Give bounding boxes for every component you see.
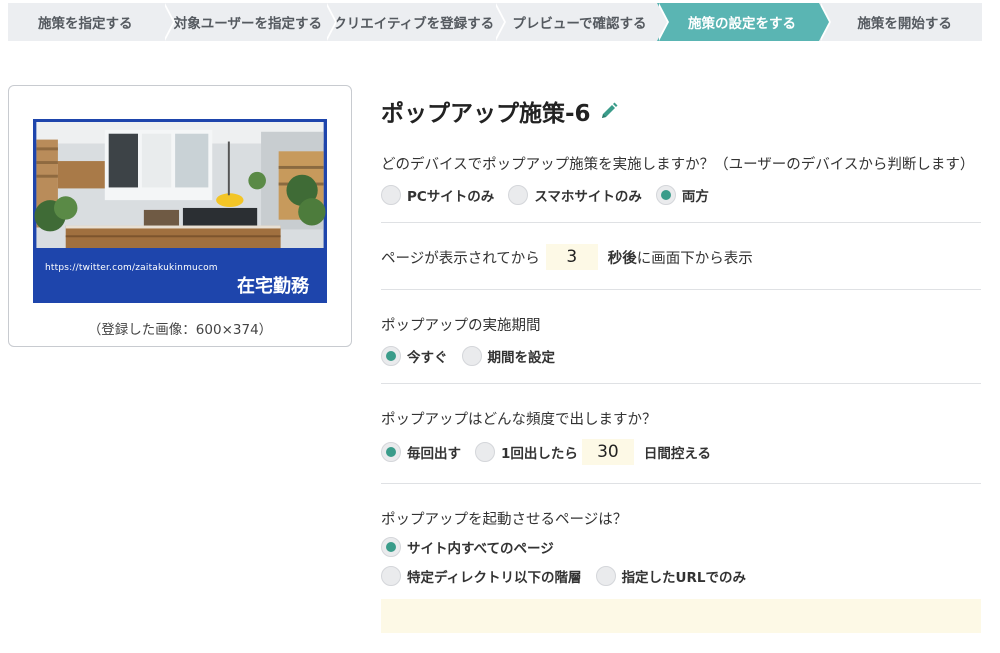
trigger-options-row-1: サイト内すべてのページ <box>381 535 981 559</box>
divider <box>381 222 981 223</box>
delay-prefix: ページが表示されてから <box>381 250 540 267</box>
step-target-users[interactable]: 対象ユーザーを指定する <box>162 3 337 41</box>
radio-specific-url-indicator[interactable] <box>595 566 616 586</box>
radio-pc-only[interactable]: PCサイトのみ <box>381 185 494 205</box>
radio-smartphone-only-indicator[interactable] <box>508 185 529 205</box>
period-question: ポップアップの実施期間 <box>381 318 541 334</box>
image-size-caption: （登録した画像：600×374） <box>87 322 273 338</box>
step-progress-bar: 施策を指定する 対象ユーザーを指定する クリエイティブを登録する プレビューで確… <box>8 3 982 41</box>
display-delay-row: ページが表示されてから 3 秒後 に画面下から表示 <box>381 244 981 270</box>
radio-specific-directory-indicator[interactable] <box>381 566 401 586</box>
skip-days-suffix: 日間控える <box>643 446 712 462</box>
radio-both-devices[interactable]: 両方 <box>655 185 709 205</box>
frequency-question: ポップアップはどんな頻度で出しますか？ <box>381 412 657 428</box>
radio-show-every-time-indicator[interactable] <box>381 442 401 462</box>
delay-unit: 秒後 <box>607 250 637 267</box>
radio-show-once[interactable]: 1回出したら <box>475 442 578 462</box>
radio-show-once-indicator[interactable] <box>475 442 495 462</box>
creative-url-text: https://twitter.com/zaitakukinmucom <box>45 263 218 273</box>
divider <box>381 383 981 384</box>
skip-days-input[interactable]: 30 <box>581 439 634 465</box>
step-preview[interactable]: プレビューで確認する <box>494 3 669 41</box>
step-start-campaign[interactable]: 施策を開始する <box>819 3 982 41</box>
radio-pc-only-indicator[interactable] <box>381 185 401 205</box>
device-options: PCサイトのみ スマホサイトのみ 両方 <box>381 183 981 207</box>
period-options: 今すぐ 期間を設定 <box>381 344 981 368</box>
campaign-title-row: ポップアップ施策-6 <box>381 94 619 128</box>
creative-preview-card: https://twitter.com/zaitakukinmucom 在宅勤務… <box>8 85 352 347</box>
radio-set-period-indicator[interactable] <box>461 346 482 366</box>
creative-headline: 在宅勤務 <box>237 276 309 297</box>
radio-specific-url[interactable]: 指定したURLでのみ <box>595 566 746 586</box>
device-section: どのデバイスでポップアップ施策を実施しますか？（ユーザーのデバイスから判断します… <box>381 153 981 207</box>
cafe-photo <box>33 119 327 248</box>
target-url-textarea[interactable] <box>381 599 981 633</box>
delay-suffix: に画面下から表示 <box>636 250 753 267</box>
radio-specific-directory[interactable]: 特定ディレクトリ以下の階層 <box>381 566 582 586</box>
radio-start-now-indicator[interactable] <box>381 346 401 366</box>
creative-banner: https://twitter.com/zaitakukinmucom 在宅勤務 <box>33 248 327 303</box>
device-question: どのデバイスでポップアップ施策を実施しますか？（ユーザーのデバイスから判断します… <box>381 157 975 173</box>
trigger-pages-section: ポップアップを起動させるページは？ サイト内すべてのページ 特定ディレクトリ以下… <box>381 508 981 588</box>
radio-smartphone-only[interactable]: スマホサイトのみ <box>508 185 642 205</box>
step-campaign-settings[interactable]: 施策の設定をする <box>656 3 831 41</box>
trigger-options-row-2: 特定ディレクトリ以下の階層 指定したURLでのみ <box>381 564 981 588</box>
divider <box>381 483 981 484</box>
pencil-icon[interactable] <box>599 101 619 121</box>
frequency-options: 毎回出す 1回出したら 30 日間控える <box>381 438 981 466</box>
trigger-question: ポップアップを起動させるページは？ <box>381 512 628 528</box>
period-section: ポップアップの実施期間 今すぐ 期間を設定 <box>381 314 981 368</box>
radio-set-period[interactable]: 期間を設定 <box>461 346 555 366</box>
step-specify-campaign[interactable]: 施策を指定する <box>8 3 175 41</box>
step-register-creative[interactable]: クリエイティブを登録する <box>325 3 507 41</box>
radio-all-pages-indicator[interactable] <box>381 537 401 557</box>
creative-image: https://twitter.com/zaitakukinmucom 在宅勤務 <box>33 119 327 303</box>
display-delay-section: ページが表示されてから 3 秒後 に画面下から表示 <box>381 244 981 270</box>
radio-show-every-time[interactable]: 毎回出す <box>381 442 461 462</box>
campaign-title: ポップアップ施策-6 <box>381 101 591 127</box>
radio-all-pages[interactable]: サイト内すべてのページ <box>381 537 554 557</box>
frequency-section: ポップアップはどんな頻度で出しますか？ 毎回出す 1回出したら 30 日間控える <box>381 408 981 466</box>
radio-both-devices-indicator[interactable] <box>655 185 676 205</box>
radio-start-now[interactable]: 今すぐ <box>381 346 448 366</box>
delay-seconds-input[interactable]: 3 <box>545 244 598 270</box>
divider <box>381 289 981 290</box>
